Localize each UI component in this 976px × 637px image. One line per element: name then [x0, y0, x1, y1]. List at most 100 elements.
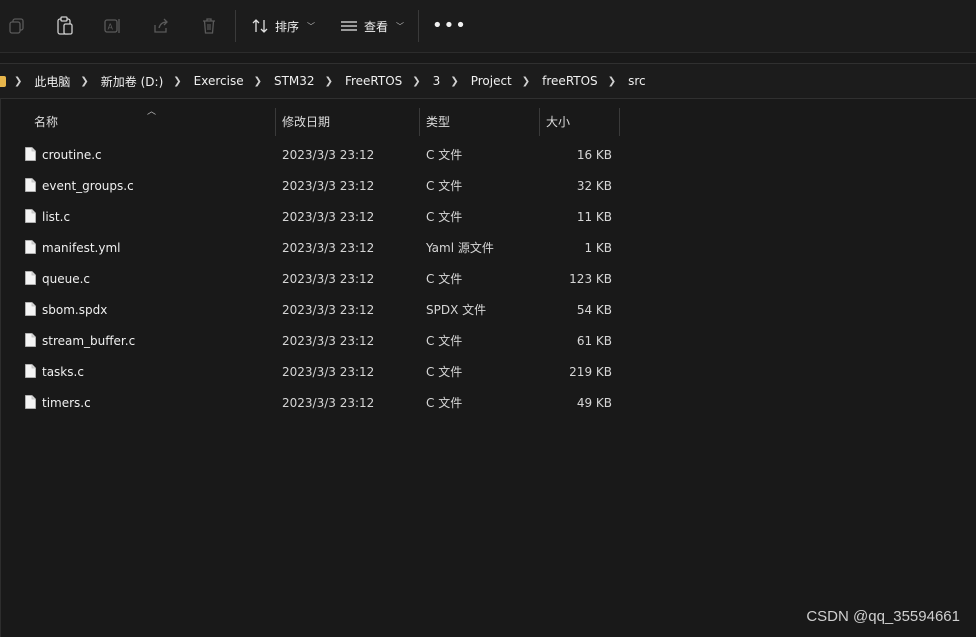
file-size: 219 KB [569, 365, 612, 379]
file-name: stream_buffer.c [42, 334, 136, 348]
file-row[interactable]: tasks.c 2023/3/3 23:12 C 文件 219 KB [0, 357, 620, 388]
file-icon [25, 240, 36, 254]
file-date: 2023/3/3 23:12 [282, 303, 375, 317]
column-resize-handle[interactable] [619, 108, 620, 136]
file-date: 2023/3/3 23:12 [282, 272, 375, 286]
chevron-right-icon[interactable]: ❯ [608, 76, 616, 87]
chevron-right-icon[interactable]: ❯ [325, 76, 333, 87]
file-size: 11 KB [576, 210, 612, 224]
file-row[interactable]: queue.c 2023/3/3 23:12 C 文件 123 KB [0, 264, 620, 295]
file-row[interactable]: sbom.spdx 2023/3/3 23:12 SPDX 文件 54 KB [0, 295, 620, 326]
file-icon [25, 302, 36, 316]
sort-label: 排序 [275, 19, 300, 34]
file-row[interactable]: event_groups.c 2023/3/3 23:12 C 文件 32 KB [0, 171, 620, 202]
file-icon [25, 364, 36, 378]
file-type: C 文件 [426, 334, 463, 348]
chevron-right-icon[interactable]: ❯ [450, 76, 458, 87]
file-icon [25, 147, 36, 161]
file-name: list.c [42, 210, 71, 224]
file-icon [25, 209, 36, 223]
file-row[interactable]: stream_buffer.c 2023/3/3 23:12 C 文件 61 KB [0, 326, 620, 357]
file-name: manifest.yml [42, 241, 121, 255]
file-icon [25, 395, 36, 409]
file-date: 2023/3/3 23:12 [282, 365, 375, 379]
file-icon [25, 178, 36, 192]
file-type: C 文件 [426, 210, 463, 224]
column-header-name[interactable]: 名称 [34, 108, 270, 136]
file-type: SPDX 文件 [426, 303, 487, 317]
breadcrumb-3[interactable]: 3 [433, 74, 441, 88]
file-row[interactable]: manifest.yml 2023/3/3 23:12 Yaml 源文件 1 KB [0, 233, 620, 264]
chevron-right-icon[interactable]: ❯ [522, 76, 530, 87]
delete-icon[interactable] [197, 14, 221, 38]
toolbar-divider [418, 10, 419, 42]
breadcrumb-stm32[interactable]: STM32 [274, 74, 315, 88]
toolbar-divider [235, 10, 236, 42]
view-button[interactable]: 查看 ﹀ [340, 14, 404, 38]
more-icon[interactable]: ••• [432, 17, 467, 35]
file-type: C 文件 [426, 148, 463, 162]
file-name: queue.c [42, 272, 91, 286]
chevron-right-icon[interactable]: ❯ [14, 76, 22, 87]
breadcrumb-exercise[interactable]: Exercise [194, 74, 244, 88]
column-header-row: 名称 修改日期 类型 大小 [0, 108, 620, 136]
file-size: 32 KB [576, 179, 612, 193]
file-icon [25, 333, 36, 347]
breadcrumb-project[interactable]: Project [471, 74, 512, 88]
file-icon [25, 271, 36, 285]
file-row[interactable]: croutine.c 2023/3/3 23:12 C 文件 16 KB [0, 140, 620, 171]
view-icon [341, 21, 357, 31]
file-type: C 文件 [426, 396, 463, 410]
paste-icon[interactable] [53, 14, 77, 38]
watermark: CSDN @qq_35594661 [806, 608, 960, 625]
file-date: 2023/3/3 23:12 [282, 210, 375, 224]
chevron-down-icon: ﹀ [307, 21, 316, 31]
column-resize-handle[interactable] [275, 108, 276, 136]
breadcrumb-freertos[interactable]: FreeRTOS [345, 74, 402, 88]
rename-icon[interactable]: A [101, 14, 125, 38]
breadcrumb-src[interactable]: src [628, 74, 646, 88]
toolbar-bottom-border [0, 52, 976, 53]
file-name: timers.c [42, 396, 91, 410]
file-size: 1 KB [584, 241, 612, 255]
sort-button[interactable]: 排序 ﹀ [251, 14, 315, 38]
svg-text:A: A [108, 23, 114, 32]
file-size: 61 KB [576, 334, 612, 348]
column-header-date[interactable]: 修改日期 [282, 108, 412, 136]
column-resize-handle[interactable] [539, 108, 540, 136]
file-size: 54 KB [576, 303, 612, 317]
file-row[interactable]: list.c 2023/3/3 23:12 C 文件 11 KB [0, 202, 620, 233]
file-size: 16 KB [576, 148, 612, 162]
sort-icon [252, 19, 268, 33]
view-label: 查看 [364, 19, 389, 34]
share-icon[interactable] [149, 14, 173, 38]
file-type: C 文件 [426, 365, 463, 379]
column-header-size[interactable]: 大小 [546, 108, 614, 136]
file-date: 2023/3/3 23:12 [282, 179, 375, 193]
file-date: 2023/3/3 23:12 [282, 241, 375, 255]
folder-icon [0, 75, 6, 87]
chevron-right-icon[interactable]: ❯ [412, 76, 420, 87]
file-name: sbom.spdx [42, 303, 108, 317]
copy-icon[interactable] [5, 14, 29, 38]
address-bar[interactable]: ❯ 此电脑 ❯ 新加卷 (D:) ❯ Exercise ❯ STM32 ❯ Fr… [0, 63, 976, 99]
chevron-right-icon[interactable]: ❯ [173, 76, 181, 87]
file-type: C 文件 [426, 272, 463, 286]
file-date: 2023/3/3 23:12 [282, 148, 375, 162]
command-bar: A 排序 ﹀ 查看 ﹀ ••• [0, 0, 976, 52]
breadcrumb-freertos-lower[interactable]: freeRTOS [542, 74, 598, 88]
chevron-right-icon[interactable]: ❯ [80, 76, 88, 87]
breadcrumb-drive-d[interactable]: 新加卷 (D:) [101, 73, 163, 90]
file-row[interactable]: timers.c 2023/3/3 23:12 C 文件 49 KB [0, 388, 620, 419]
file-date: 2023/3/3 23:12 [282, 396, 375, 410]
column-header-type[interactable]: 类型 [426, 108, 534, 136]
column-resize-handle[interactable] [419, 108, 420, 136]
file-date: 2023/3/3 23:12 [282, 334, 375, 348]
chevron-down-icon: ﹀ [396, 21, 405, 31]
breadcrumb: ❯ 此电脑 ❯ 新加卷 (D:) ❯ Exercise ❯ STM32 ❯ Fr… [0, 64, 646, 98]
chevron-right-icon[interactable]: ❯ [254, 76, 262, 87]
file-name: croutine.c [42, 148, 102, 162]
file-type: C 文件 [426, 179, 463, 193]
breadcrumb-this-pc[interactable]: 此电脑 [34, 73, 70, 90]
file-type: Yaml 源文件 [426, 241, 494, 255]
